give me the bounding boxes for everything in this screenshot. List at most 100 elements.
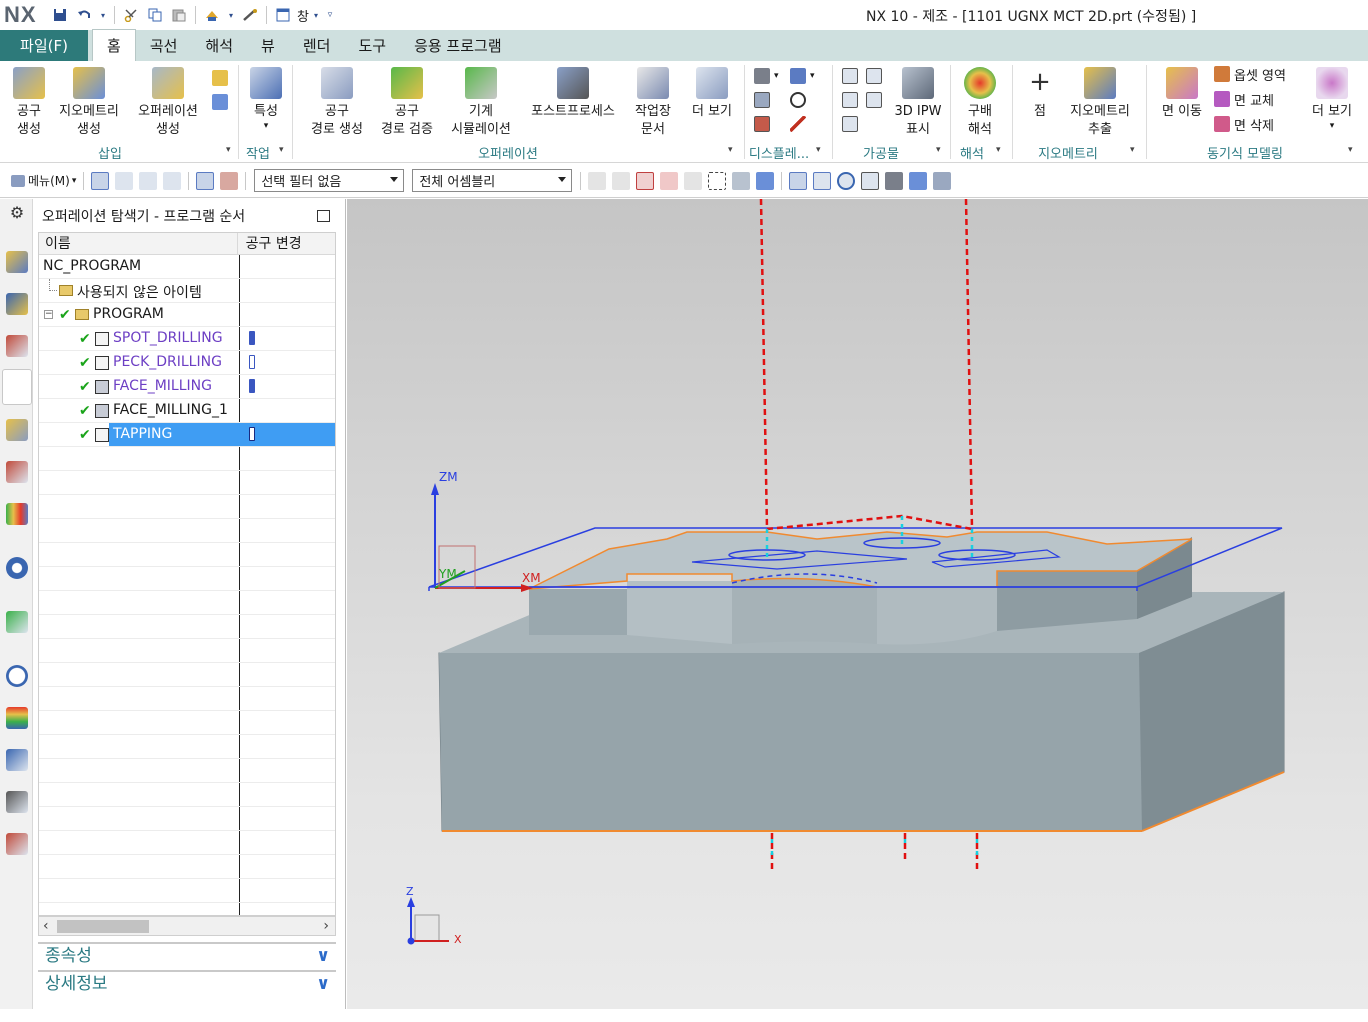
toolpath-icon[interactable] [196,171,215,190]
workpiece-button-1[interactable] [842,65,862,87]
view-section-icon[interactable] [933,171,952,190]
file-tab[interactable]: 파일(F) [0,30,88,61]
touch-mode-dropdown-icon[interactable]: ▾ [227,6,235,24]
create-method-button[interactable] [212,91,232,113]
undo-icon[interactable] [75,6,93,24]
gear-icon[interactable]: ⚙ [6,203,28,225]
group-geometry-menu-icon[interactable]: ▾ [1130,145,1135,155]
copy-icon[interactable] [146,6,164,24]
column-tool-change-header[interactable]: 공구 변경 [238,233,335,254]
workpiece-button-2[interactable] [866,65,886,87]
tree-row-nc-program[interactable]: NC_PROGRAM [39,255,335,279]
geometry-view-icon[interactable] [139,171,158,190]
window-menu[interactable]: 창 [297,6,309,25]
scroll-thumb[interactable] [57,920,149,933]
tab-analysis[interactable]: 해석 [191,30,247,61]
extract-geometry-button[interactable]: 지오메트리 추출 [1062,65,1138,139]
tab-render[interactable]: 렌더 [289,30,345,61]
show-3d-ipw-button[interactable]: 3D IPW 표시 [890,65,946,139]
collapse-icon[interactable]: − [44,310,53,319]
group-work-menu-icon[interactable]: ▾ [279,145,284,155]
column-name-header[interactable]: 이름 [39,233,238,254]
solid-select-icon[interactable] [732,171,751,190]
group-insert-menu-icon[interactable]: ▾ [226,145,231,155]
group-operation-menu-icon[interactable]: ▾ [728,145,733,155]
method-navigator-icon[interactable] [6,335,28,357]
workpiece-button-4[interactable] [866,89,886,111]
edge-display-icon[interactable] [909,171,928,190]
move-face-button[interactable]: 면 이동 [1154,65,1210,121]
details-panel[interactable]: 상세정보 ∨ [38,970,336,997]
undo-dropdown-icon[interactable]: ▾ [99,6,107,24]
machine-simulation-button[interactable]: 기계 시뮬레이션 [444,65,518,139]
tree-row-operation[interactable]: ✔ FACE_MILLING_1 [39,399,335,423]
process-studio-icon[interactable] [6,749,28,771]
operation-more-button[interactable]: 더 보기 [684,65,740,121]
create-tool-button[interactable]: 공구 생성 [8,65,50,139]
dependencies-panel[interactable]: 종속성 ∨ [38,942,336,969]
tree-row-unused-items[interactable]: 사용되지 않은 아이템 [39,279,335,303]
tab-curve[interactable]: 곡선 [136,30,192,61]
display-toolpath-button[interactable]: ▾ [754,65,779,87]
window-icon[interactable] [274,6,292,24]
replace-face-button[interactable]: 면 교체 [1214,88,1274,110]
paste-icon[interactable] [170,6,188,24]
menu-button[interactable]: 메뉴(M) ▾ [8,171,76,191]
verify-toolpath-button[interactable]: 공구 경로 검증 [374,65,440,139]
method-view-icon[interactable] [163,171,182,190]
tree-row-operation[interactable]: ✔ PECK_DRILLING [39,351,335,375]
group-sync-menu-icon[interactable]: ▾ [1348,145,1353,155]
tree-row-operation[interactable]: ✔ SPOT_DRILLING [39,327,335,351]
workpiece-button-3[interactable] [842,89,862,111]
display-option-button[interactable]: ▾ [790,65,815,87]
geometry-navigator-icon[interactable] [6,293,28,315]
system-scenes-icon[interactable] [6,833,28,855]
point-snap-icon[interactable] [636,171,655,190]
group-analysis-menu-icon[interactable]: ▾ [996,145,1001,155]
scroll-left-icon[interactable]: ‹ [43,918,49,934]
tree-row-operation[interactable]: ✔ FACE_MILLING [39,375,335,399]
selection-scope-select[interactable]: 전체 어셈블리 [412,169,573,192]
group-workpiece-menu-icon[interactable]: ▾ [936,145,941,155]
tree-row-operation-selected[interactable]: ✔ TAPPING [39,423,335,447]
tool-icon[interactable] [241,6,259,24]
tab-tools[interactable]: 도구 [344,30,400,61]
feature-navigator-icon[interactable] [6,419,28,441]
operation-display-icon[interactable] [220,171,239,190]
selection-filter-select[interactable]: 선택 필터 없음 [254,169,405,192]
tab-view[interactable]: 뷰 [247,30,289,61]
web-browser-icon[interactable] [6,611,28,633]
chevron-down-icon[interactable]: ∨ [316,944,330,969]
palette-icon[interactable] [6,707,28,729]
part-navigator-icon[interactable] [6,461,28,483]
display-curve-button[interactable] [790,113,810,135]
info-icon[interactable] [6,557,28,579]
display-2d-button[interactable] [754,89,774,111]
chevron-down-icon[interactable]: ∨ [316,972,330,997]
properties-button[interactable]: 특성 ▾ [244,65,288,131]
tree-row-program[interactable]: − ✔ PROGRAM [39,303,335,327]
shop-documentation-button[interactable]: 작업장 문서 [626,65,680,139]
program-order-view-icon[interactable] [91,171,110,190]
fit-view-icon[interactable] [789,171,808,190]
maximize-icon[interactable] [317,210,330,222]
snap-arrow-icon[interactable] [612,171,631,190]
graphics-viewport[interactable]: ZM YM XM Z X [347,199,1368,1009]
horizontal-scrollbar[interactable]: ‹ › [38,916,336,936]
roles-icon[interactable] [6,791,28,813]
cut-icon[interactable] [122,6,140,24]
history-icon[interactable] [6,665,28,687]
machine-tool-view-icon[interactable] [115,171,134,190]
reuse-library-icon[interactable] [6,503,28,525]
display-circle-button[interactable] [790,89,810,111]
render-style-icon[interactable] [885,171,904,190]
group-display-menu-icon[interactable]: ▾ [816,145,821,155]
endpoint-snap-icon[interactable] [660,171,679,190]
customize-dropdown-icon[interactable]: ▿ [326,6,334,24]
tab-applications[interactable]: 응용 프로그램 [400,30,516,61]
orient-view-icon[interactable] [861,171,880,190]
create-geometry-button[interactable]: 지오메트리 생성 [52,65,126,139]
generate-toolpath-button[interactable]: 공구 경로 생성 [302,65,372,139]
rectangle-select-icon[interactable] [708,171,727,190]
snap-icon[interactable] [588,171,607,190]
